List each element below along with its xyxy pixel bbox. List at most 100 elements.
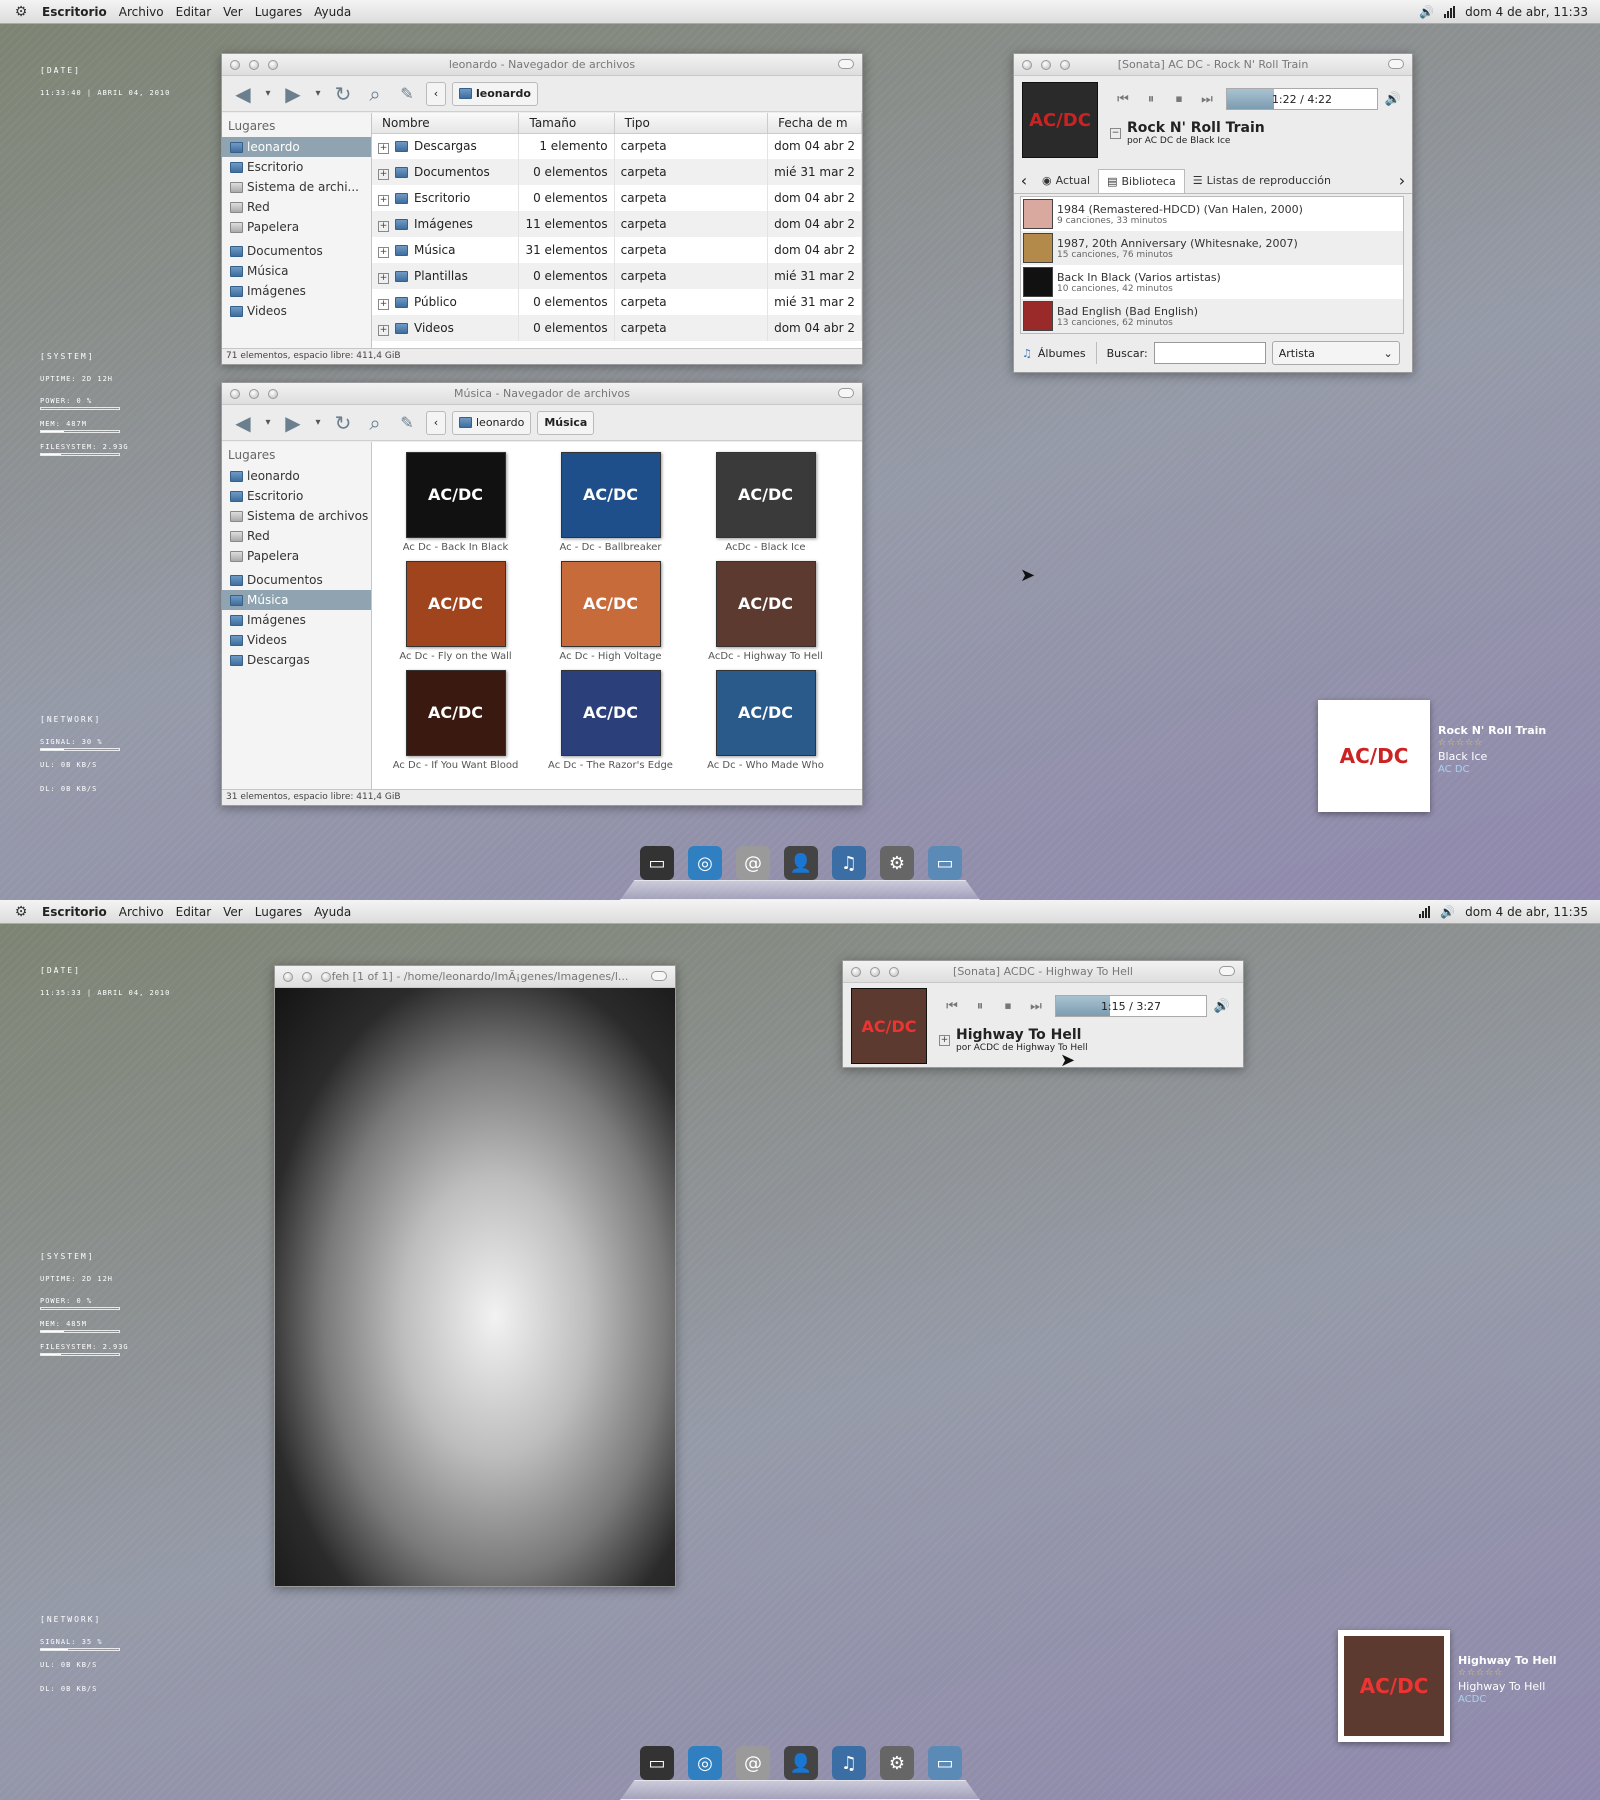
expander-icon[interactable]: + (378, 194, 389, 206)
menu-archivo[interactable]: Archivo (113, 905, 170, 919)
back-dropdown-icon[interactable]: ▾ (262, 417, 274, 428)
terminal-icon[interactable]: ▭ (640, 1746, 674, 1780)
album-folder[interactable]: AC/DC Ac Dc - The Razor's Edge (533, 670, 688, 771)
mail-icon[interactable]: @ (736, 846, 770, 880)
rating-stars[interactable]: ☆☆☆☆☆ (1458, 1667, 1557, 1680)
table-row[interactable]: + Documentos 0 elementos carpeta mié 31 mar … (372, 159, 862, 185)
table-row[interactable]: + Descargas 1 elemento carpeta dom 04 abr 2 (372, 133, 862, 159)
close-button[interactable] (230, 388, 240, 399)
maximize-button[interactable] (1060, 59, 1070, 70)
titlebar[interactable]: leonardo - Navegador de archivos (222, 54, 862, 76)
music-player-icon[interactable]: ♫ (832, 1746, 866, 1780)
back-icon[interactable]: ◀ (230, 82, 256, 106)
contacts-icon[interactable]: 👤 (784, 1746, 818, 1780)
sidebar-item-documentos[interactable]: Documentos (222, 241, 371, 261)
volume-icon[interactable]: 🔊 (1440, 905, 1455, 919)
progress-bar[interactable]: 1:15 / 3:27 (1055, 995, 1207, 1017)
column-date[interactable]: Fecha de m (767, 113, 862, 134)
expander-icon[interactable]: + (378, 298, 389, 310)
collapse-toggle[interactable]: − (1110, 127, 1121, 139)
close-button[interactable] (851, 966, 861, 977)
sidebar-item-red[interactable]: Red (222, 526, 371, 546)
library-item[interactable]: 1984 (Remastered-HDCD) (Van Halen, 2000)… (1021, 197, 1403, 231)
minimize-button[interactable] (302, 971, 312, 982)
table-row[interactable]: + Videos 0 elementos carpeta dom 04 abr 2 (372, 315, 862, 341)
sidebar-item-escritorio[interactable]: Escritorio (222, 486, 371, 506)
library-item[interactable]: Bad English (Bad English) 13 canciones, 6… (1021, 299, 1403, 333)
network-signal-icon[interactable] (1419, 905, 1431, 918)
menu-escritorio[interactable]: Escritorio (36, 5, 113, 19)
maximize-button[interactable] (268, 388, 278, 399)
rating-stars[interactable]: ☆☆☆☆☆ (1438, 737, 1546, 750)
clock[interactable]: dom 4 de abr, 11:33 (1465, 5, 1588, 19)
browser-icon[interactable]: ◎ (688, 846, 722, 880)
expand-toggle[interactable]: + (939, 1034, 950, 1046)
expander-icon[interactable]: + (378, 324, 389, 336)
expander-icon[interactable]: + (378, 220, 389, 232)
sidebar-item-papelera[interactable]: Papelera (222, 546, 371, 566)
forward-icon[interactable]: ▶ (280, 411, 306, 435)
album-folder[interactable]: AC/DC Ac - Dc - Ballbreaker (533, 452, 688, 553)
ubuntu-logo-icon[interactable]: ⚙ (10, 4, 32, 20)
forward-dropdown-icon[interactable]: ▾ (312, 88, 324, 99)
sidebar-item-descargas[interactable]: Descargas (222, 650, 371, 670)
browser-icon[interactable]: ◎ (688, 1746, 722, 1780)
titlebar[interactable]: [Sonata] AC DC - Rock N' Roll Train (1014, 54, 1412, 76)
previous-icon[interactable]: ⏮ (1110, 92, 1136, 107)
expander-icon[interactable]: + (378, 272, 389, 284)
menu-ver[interactable]: Ver (217, 5, 249, 19)
tab-playlists[interactable]: ☰ Listas de reproducción (1185, 169, 1339, 193)
maximize-button[interactable] (321, 971, 331, 982)
shade-button[interactable] (1219, 966, 1235, 976)
tab-actual[interactable]: ◉ Actual (1034, 169, 1098, 193)
titlebar[interactable]: [Sonata] ACDC - Highway To Hell (843, 961, 1243, 983)
network-signal-icon[interactable] (1444, 5, 1456, 18)
table-row[interactable]: + Imágenes 11 elementos carpeta dom 04 abr 2 (372, 211, 862, 237)
menu-ver[interactable]: Ver (217, 905, 249, 919)
tabs-left-arrow[interactable]: ‹ (1014, 171, 1034, 190)
music-player-icon[interactable]: ♫ (832, 846, 866, 880)
sidebar-item-red[interactable]: Red (222, 197, 371, 217)
forward-icon[interactable]: ▶ (280, 82, 306, 106)
menu-ayuda[interactable]: Ayuda (308, 5, 357, 19)
back-dropdown-icon[interactable]: ▾ (262, 88, 274, 99)
settings-icon[interactable]: ⚙ (880, 1746, 914, 1780)
albums-button[interactable]: Álbumes (1038, 347, 1086, 360)
pause-icon[interactable]: ⏸ (967, 999, 993, 1014)
album-folder[interactable]: AC/DC AcDc - Highway To Hell (688, 561, 843, 662)
settings-icon[interactable]: ⚙ (880, 846, 914, 880)
album-folder[interactable]: AC/DC Ac Dc - Who Made Who (688, 670, 843, 771)
next-icon[interactable]: ⏭ (1194, 92, 1220, 107)
breadcrumb-musica[interactable]: Música (537, 410, 595, 435)
sidebar-item-filesystem[interactable]: Sistema de archivos (222, 506, 371, 526)
reload-icon[interactable]: ↻ (330, 411, 356, 435)
sidebar-item-filesystem[interactable]: Sistema de archi... (222, 177, 371, 197)
table-row[interactable]: + Escritorio 0 elementos carpeta dom 04 abr … (372, 185, 862, 211)
column-name[interactable]: Nombre (372, 113, 520, 134)
back-icon[interactable]: ◀ (230, 411, 256, 435)
menu-ayuda[interactable]: Ayuda (308, 905, 357, 919)
table-row[interactable]: + Música 31 elementos carpeta dom 04 abr 2 (372, 237, 862, 263)
display-icon[interactable]: ▭ (928, 1746, 962, 1780)
edit-location-icon[interactable]: ✎ (394, 413, 420, 432)
sidebar-item-leonardo[interactable]: leonardo (222, 466, 371, 486)
minimize-button[interactable] (870, 966, 880, 977)
sidebar-item-documentos[interactable]: Documentos (222, 570, 371, 590)
album-folder[interactable]: AC/DC Ac Dc - Back In Black (378, 452, 533, 553)
ubuntu-logo-icon[interactable]: ⚙ (10, 904, 32, 920)
minimize-button[interactable] (249, 388, 259, 399)
next-icon[interactable]: ⏭ (1023, 999, 1049, 1014)
edit-location-icon[interactable]: ✎ (394, 84, 420, 103)
minimize-button[interactable] (1041, 59, 1051, 70)
titlebar[interactable]: feh [1 of 1] - /home/leonardo/ImÃ¡genes/… (275, 966, 675, 988)
forward-dropdown-icon[interactable]: ▾ (312, 417, 324, 428)
sidebar-item-videos[interactable]: Videos (222, 630, 371, 650)
contacts-icon[interactable]: 👤 (784, 846, 818, 880)
album-folder[interactable]: AC/DC AcDc - Black Ice (688, 452, 843, 553)
table-row[interactable]: + Público 0 elementos carpeta mié 31 mar 2 (372, 289, 862, 315)
menu-escritorio[interactable]: Escritorio (36, 905, 113, 919)
breadcrumb-left-arrow[interactable]: ‹ (426, 81, 446, 106)
menu-archivo[interactable]: Archivo (113, 5, 170, 19)
column-type[interactable]: Tipo (614, 113, 769, 134)
menu-editar[interactable]: Editar (170, 905, 218, 919)
